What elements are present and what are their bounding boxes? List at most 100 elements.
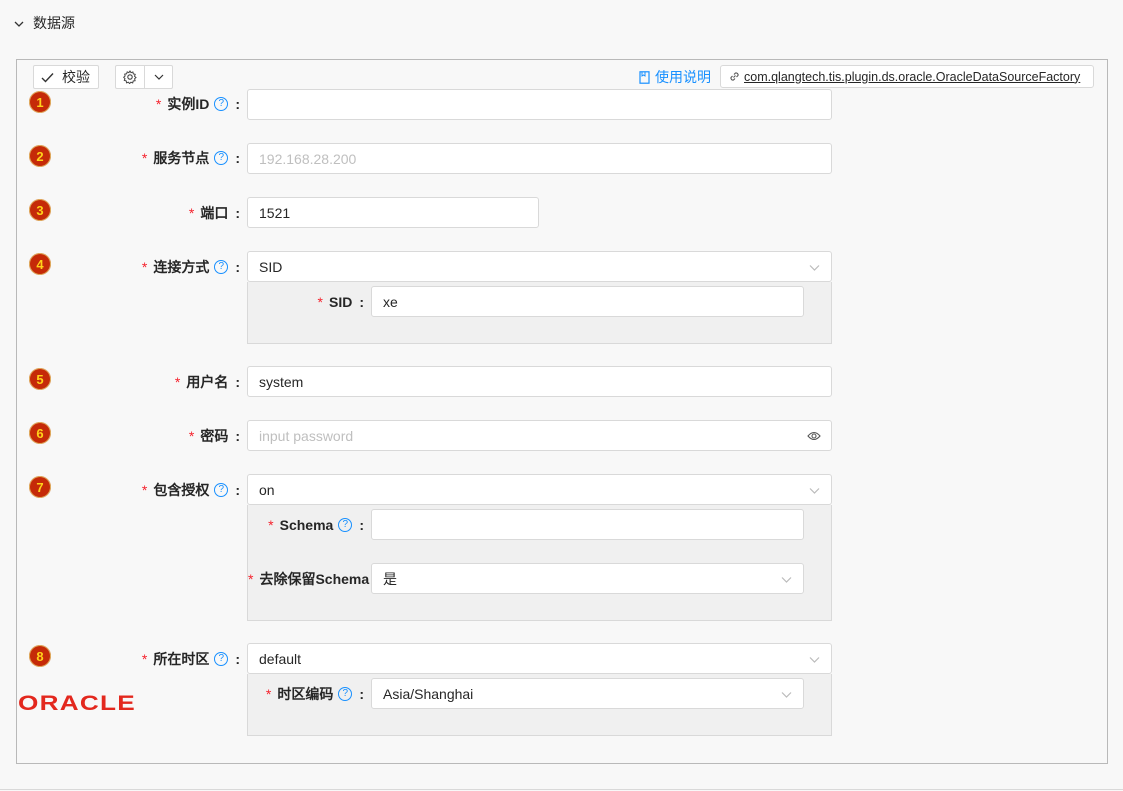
oracle-logo-text: ORACLE [18,693,136,713]
oracle-logo: ORACLE [18,693,136,713]
required-mark: * [141,259,148,275]
validate-button[interactable]: 校验 [33,65,99,89]
schema-label-text: Schema [279,517,334,533]
auth-value: on [259,481,275,498]
check-icon [41,72,54,83]
required-mark: * [141,150,148,166]
label-colon: : [235,96,240,112]
schema-input[interactable] [371,509,804,540]
service-node-label-text: 服务节点 [153,150,210,166]
validate-label: 校验 [62,69,90,85]
document-icon [639,70,650,84]
instance-id-label: * 实例ID ? : [60,89,240,119]
step-badge-2: 2 [29,145,51,167]
required-mark: * [174,374,181,390]
timezone-select[interactable]: default [247,643,832,674]
required-mark: * [248,571,254,587]
required-mark: * [265,686,272,702]
chevron-down-icon[interactable] [14,19,24,28]
step-badge-4: 4 [29,253,51,275]
tz-code-select[interactable]: Asia/Shanghai [371,678,804,709]
section-header[interactable]: 数据源 [14,12,75,34]
service-node-label: * 服务节点 ? : [60,143,240,173]
label-colon: : [235,651,240,667]
label-colon: : [359,517,364,533]
step-badge-3: 3 [29,199,51,221]
usage-doc-link[interactable]: 使用说明 [639,67,711,87]
plugin-id-text: com.qlangtech.tis.plugin.ds.oracle.Oracl… [744,69,1081,84]
password-placeholder: input password [259,427,354,444]
username-input[interactable]: system [247,366,832,397]
auth-select[interactable]: on [247,474,832,505]
section-title: 数据源 [33,15,75,31]
strip-schema-label: * 去除保留Schema [248,564,370,594]
schema-label: * Schema ? : [250,510,364,540]
tz-code-value: Asia/Shanghai [383,685,474,702]
step-badge-6: 6 [29,422,51,444]
conn-mode-label-text: 连接方式 [153,259,210,275]
required-mark: * [268,517,274,533]
settings-button[interactable] [115,65,145,89]
required-mark: * [155,96,162,112]
label-colon: : [235,205,240,221]
instance-id-input[interactable] [247,89,832,120]
strip-schema-select[interactable]: 是 [371,563,804,594]
chevron-down-icon [809,265,820,271]
strip-schema-value: 是 [383,570,397,587]
settings-dropdown-button[interactable] [145,65,173,89]
help-icon[interactable]: ? [214,151,229,165]
help-icon[interactable]: ? [214,652,229,666]
help-icon[interactable]: ? [214,483,229,497]
strip-schema-label-text: 去除保留Schema [259,571,370,587]
timezone-label-text: 所在时区 [153,651,210,667]
label-colon: : [235,150,240,166]
help-icon[interactable]: ? [338,687,353,701]
settings-button-group [115,65,173,89]
instance-id-label-text: 实例ID [167,96,210,112]
required-mark: * [188,428,195,444]
port-input[interactable]: 1521 [247,197,539,228]
port-label: * 端口 : [60,198,240,228]
service-node-input[interactable]: 192.168.28.200 [247,143,832,174]
eye-icon[interactable] [807,430,821,442]
required-mark: * [141,482,148,498]
password-label-text: 密码 [200,428,229,444]
label-colon: : [235,482,240,498]
step-badge-1: 1 [29,91,51,113]
required-mark: * [188,205,195,221]
chevron-down-icon [781,577,792,583]
chevron-down-icon [809,488,820,494]
bottom-divider [0,789,1123,790]
help-icon[interactable]: ? [214,260,229,274]
username-label-text: 用户名 [186,374,229,390]
label-colon: : [235,374,240,390]
usage-doc-label: 使用说明 [655,69,711,85]
auth-label: * 包含授权 ? : [60,475,240,505]
chevron-down-icon [809,657,820,663]
step-badge-5: 5 [29,368,51,390]
chevron-down-icon [154,74,163,80]
help-icon[interactable]: ? [338,518,353,532]
sid-input[interactable]: xe [371,286,804,317]
label-colon: : [235,428,240,444]
auth-label-text: 包含授权 [153,482,210,498]
required-mark: * [141,651,148,667]
password-label: * 密码 : [60,421,240,451]
sid-label-text: SID [328,294,353,310]
label-colon: : [359,686,364,702]
gear-icon [123,70,137,84]
label-colon: : [359,294,364,310]
required-mark: * [317,294,323,310]
plugin-id-link[interactable]: com.qlangtech.tis.plugin.ds.oracle.Oracl… [720,65,1094,88]
label-colon: : [235,259,240,275]
chevron-down-icon [781,692,792,698]
step-badge-7: 7 [29,476,51,498]
port-label-text: 端口 [200,205,229,221]
tz-code-label: * 时区编码 ? : [250,679,364,709]
password-input[interactable]: input password [247,420,832,451]
conn-mode-label: * 连接方式 ? : [60,252,240,282]
conn-mode-select[interactable]: SID [247,251,832,282]
link-icon [730,72,739,81]
timezone-label: * 所在时区 ? : [60,644,240,674]
help-icon[interactable]: ? [214,97,229,111]
